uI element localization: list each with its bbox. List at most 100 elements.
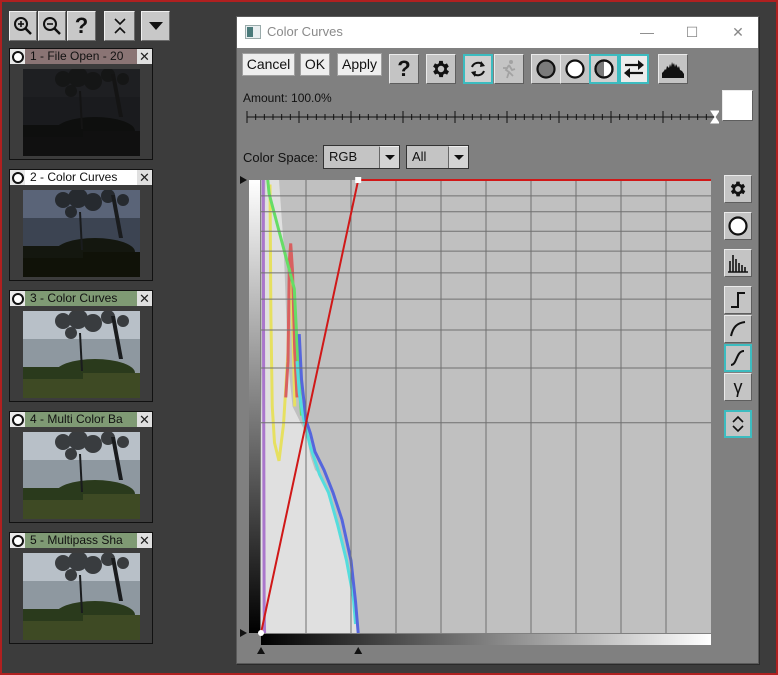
- histogram-mode-button[interactable]: [724, 249, 752, 277]
- curve-control-point[interactable]: [258, 630, 264, 636]
- app-icon: [245, 25, 261, 39]
- help-button[interactable]: ?: [67, 11, 96, 41]
- channel-value: All: [412, 149, 427, 164]
- curve-settings-button[interactable]: [724, 175, 752, 203]
- dialog-title: Color Curves: [267, 24, 343, 39]
- curve-control-point[interactable]: [355, 177, 362, 183]
- close-icon[interactable]: ✕: [137, 291, 152, 306]
- apply-button[interactable]: Apply: [337, 53, 382, 76]
- history-item-label: 4 - Multi Color Ba: [25, 412, 137, 427]
- close-button[interactable]: ✕: [723, 21, 753, 43]
- gamma-button[interactable]: γ: [724, 373, 752, 401]
- color-space-select[interactable]: RGB: [323, 145, 400, 169]
- history-item-label: 3 - Color Curves: [25, 291, 137, 306]
- history-item-header[interactable]: 3 - Color Curves ✕: [10, 291, 152, 306]
- history-radio[interactable]: [10, 533, 25, 548]
- menu-dropdown-button[interactable]: [141, 11, 170, 41]
- close-icon[interactable]: ✕: [137, 170, 152, 185]
- color-swatch[interactable]: [722, 90, 753, 121]
- history-thumbnail[interactable]: [23, 69, 140, 156]
- swap-toggle[interactable]: [619, 54, 649, 84]
- input-black-marker[interactable]: [257, 647, 265, 654]
- history-radio[interactable]: [10, 291, 25, 306]
- color-curves-dialog: Color Curves — ☐ ✕ Cancel OK Apply ? Amo…: [236, 16, 759, 664]
- chevron-down-icon: [448, 146, 468, 168]
- zoom-in-icon: [14, 17, 32, 35]
- half-circle-icon: [594, 59, 614, 79]
- swap-arrows-icon: [624, 60, 644, 78]
- output-white-marker[interactable]: [240, 176, 247, 184]
- gray-circle-button[interactable]: [531, 54, 561, 84]
- run-button[interactable]: [494, 54, 524, 84]
- input-white-marker[interactable]: [354, 647, 363, 654]
- history-thumbnail[interactable]: [23, 311, 140, 398]
- color-space-label: Color Space:: [243, 150, 319, 165]
- histogram-channel: [261, 179, 267, 634]
- histogram-icon: [662, 62, 684, 78]
- cancel-button[interactable]: Cancel: [242, 53, 295, 76]
- history-thumbnail[interactable]: [23, 190, 140, 277]
- amount-label: Amount: 100.0%: [243, 91, 332, 105]
- minimize-button[interactable]: —: [632, 21, 662, 43]
- collapse-button[interactable]: [104, 11, 135, 41]
- history-item-header[interactable]: 1 - File Open - 20 ✕: [10, 49, 152, 64]
- gray-circle-icon: [536, 59, 556, 79]
- log-curve-icon: [730, 321, 746, 337]
- output-black-marker[interactable]: [240, 629, 247, 637]
- ok-button[interactable]: OK: [300, 53, 330, 76]
- step-curve-icon: [731, 292, 745, 308]
- s-curve-icon: [730, 350, 745, 366]
- help-icon: ?: [397, 56, 411, 81]
- history-item-header[interactable]: 4 - Multi Color Ba ✕: [10, 412, 152, 427]
- maximize-button[interactable]: ☐: [677, 21, 707, 43]
- history-item-label: 2 - Color Curves: [25, 170, 137, 185]
- history-item-header[interactable]: 2 - Color Curves ✕: [10, 170, 152, 185]
- history-item[interactable]: 5 - Multipass Sha ✕: [9, 532, 153, 644]
- histogram-bars-icon: [728, 255, 748, 273]
- histogram-button[interactable]: [658, 54, 688, 84]
- help-icon: ?: [74, 13, 89, 38]
- half-circle-toggle[interactable]: [589, 54, 619, 84]
- output-gradient-bar: [249, 180, 260, 633]
- circle-button[interactable]: [724, 212, 752, 240]
- running-man-icon: [503, 60, 516, 79]
- amount-slider[interactable]: [245, 105, 719, 125]
- curve-editor[interactable]: [237, 172, 758, 662]
- dialog-titlebar[interactable]: Color Curves — ☐ ✕: [237, 17, 758, 48]
- history-item-label: 5 - Multipass Sha: [25, 533, 137, 548]
- s-curve-button[interactable]: [724, 344, 752, 372]
- history-thumbnail[interactable]: [23, 432, 140, 519]
- live-preview-toggle[interactable]: [463, 54, 493, 84]
- gamma-icon: γ: [733, 376, 743, 397]
- history-thumbnail[interactable]: [23, 553, 140, 640]
- input-gradient-bar: [261, 634, 711, 645]
- zoom-out-button[interactable]: [38, 11, 66, 41]
- history-item-label: 1 - File Open - 20: [25, 49, 137, 64]
- expand-button[interactable]: [724, 410, 752, 438]
- close-icon[interactable]: ✕: [137, 412, 152, 427]
- circle-icon: [728, 216, 748, 236]
- history-item-header[interactable]: 5 - Multipass Sha ✕: [10, 533, 152, 548]
- app-window: ? 1 - File Open - 20 ✕ 2 - Color Curves ✕ 3 …: [0, 0, 778, 675]
- help-button[interactable]: ?: [389, 54, 419, 84]
- refresh-icon: [471, 61, 485, 77]
- zoom-out-icon: [43, 17, 61, 35]
- expand-icon: [732, 415, 744, 433]
- close-icon[interactable]: ✕: [137, 533, 152, 548]
- history-radio[interactable]: [10, 170, 25, 185]
- dropdown-icon: [148, 22, 163, 30]
- history-radio[interactable]: [10, 412, 25, 427]
- white-circle-button[interactable]: [560, 54, 590, 84]
- log-curve-button[interactable]: [724, 315, 752, 343]
- history-item[interactable]: 1 - File Open - 20 ✕: [9, 48, 153, 160]
- history-item[interactable]: 2 - Color Curves ✕: [9, 169, 153, 281]
- step-curve-button[interactable]: [724, 286, 752, 314]
- zoom-in-button[interactable]: [9, 11, 37, 41]
- history-radio[interactable]: [10, 49, 25, 64]
- chevron-down-icon: [379, 146, 399, 168]
- channel-select[interactable]: All: [406, 145, 469, 169]
- settings-button[interactable]: [426, 54, 456, 84]
- history-item[interactable]: 3 - Color Curves ✕: [9, 290, 153, 402]
- history-item[interactable]: 4 - Multi Color Ba ✕: [9, 411, 153, 523]
- close-icon[interactable]: ✕: [137, 49, 152, 64]
